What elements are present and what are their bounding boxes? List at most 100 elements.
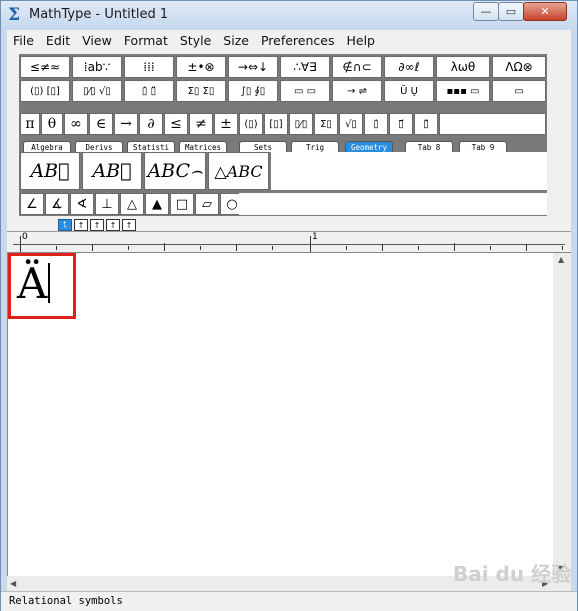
geometry-empty-area <box>239 193 547 215</box>
greek-lowercase-palette[interactable]: λωθ <box>436 56 490 78</box>
symbol-infinity[interactable]: ∞ <box>64 113 88 135</box>
symbol-plus-minus[interactable]: ± <box>214 113 238 135</box>
template-vector-arrow[interactable]: ▯⃗ <box>389 113 413 135</box>
ruler-tick <box>20 236 21 252</box>
ruler-label-0: 0 <box>22 232 28 242</box>
embellishments-palette[interactable]: ⁞⁞⁞ <box>124 56 174 78</box>
symbol-less-equal[interactable]: ≤ <box>164 113 188 135</box>
tab-9[interactable]: Tab 9 <box>459 141 507 152</box>
template-fraction[interactable]: ▯⁄▯ <box>289 113 313 135</box>
tab-trig[interactable]: Trig <box>291 141 339 152</box>
fraction-radical-palette[interactable]: ▯⁄▯ √▯ <box>72 80 122 102</box>
template-brackets[interactable]: [▯] <box>264 113 288 135</box>
equation-text[interactable]: Ä <box>17 258 47 310</box>
template-arc[interactable]: ABC⌢ <box>144 152 206 190</box>
spherical-angle-icon[interactable]: ∢ <box>70 193 94 215</box>
tab-algebra[interactable]: Algebra <box>23 141 71 152</box>
summation-palette[interactable]: Σ▯ Σ▯ <box>176 80 226 102</box>
box-palette[interactable]: ▭ <box>492 80 546 102</box>
angle-icon[interactable]: ∠ <box>20 193 44 215</box>
scroll-left-icon[interactable]: ◀ <box>10 579 16 588</box>
tab-stop-bar: ⮤ ↑ ↑ ↑ ↑ <box>7 217 571 231</box>
template-square-root[interactable]: √▯ <box>339 113 363 135</box>
labeled-arrow-palette[interactable]: → ⇌ <box>332 80 382 102</box>
minimize-button[interactable]: — <box>473 2 499 21</box>
scroll-up-icon[interactable]: ▲ <box>558 255 564 264</box>
menu-edit[interactable]: Edit <box>40 33 76 48</box>
relational-tab-stop-button[interactable]: ↑ <box>106 219 120 231</box>
tab-8[interactable]: Tab 8 <box>405 141 453 152</box>
tab-matrices[interactable]: Matrices <box>179 141 227 152</box>
decimal-tab-stop-button[interactable]: ↑ <box>122 219 136 231</box>
perpendicular-icon[interactable]: ⊥ <box>95 193 119 215</box>
integral-palette[interactable]: ∫▯ ∮▯ <box>228 80 278 102</box>
triangle-icon[interactable]: △ <box>120 193 144 215</box>
ruler-baseline <box>13 244 565 245</box>
template-parentheses[interactable]: (▯) <box>239 113 263 135</box>
ruler-tick <box>346 246 347 250</box>
tab-derivs[interactable]: Derivs <box>75 141 123 152</box>
logical-symbols-palette[interactable]: ∴∀∃ <box>280 56 330 78</box>
ruler-tick <box>164 243 165 251</box>
matrix-palette[interactable]: ▪▪▪ ▭ <box>436 80 490 102</box>
right-tab-stop-button[interactable]: ↑ <box>90 219 104 231</box>
menu-size[interactable]: Size <box>217 33 255 48</box>
sigma-app-icon: Σ <box>8 5 21 25</box>
fence-templates-palette[interactable]: (▯) [▯] <box>20 80 70 102</box>
template-triangle[interactable]: △ABC <box>208 152 269 190</box>
set-theory-palette[interactable]: ∉∩⊂ <box>332 56 382 78</box>
symbol-row-empty-slot <box>439 113 546 135</box>
spaces-ellipses-palette[interactable]: ⁞ab∵ <box>72 56 122 78</box>
mathtype-toolbar: ≤≠≈ ⁞ab∵ ⁞⁞⁞ ±•⊗ →⇔↓ ∴∀∃ ∉∩⊂ ∂∞ℓ λωθ ΛΩ⊗… <box>7 50 571 217</box>
menu-style[interactable]: Style <box>174 33 217 48</box>
ruler-tick <box>382 244 383 251</box>
tab-geometry[interactable]: Geometry <box>345 141 393 152</box>
left-tab-stop-button[interactable]: ⮤ <box>58 219 72 231</box>
menu-help[interactable]: Help <box>340 33 381 48</box>
menu-file[interactable]: File <box>7 33 40 48</box>
subscript-superscript-palette[interactable]: ▯̇ ▯̈ <box>124 80 174 102</box>
menu-format[interactable]: Format <box>118 33 174 48</box>
symbol-element-of[interactable]: ∈ <box>89 113 113 135</box>
filled-triangle-icon[interactable]: ▲ <box>145 193 169 215</box>
tab-sets[interactable]: Sets <box>239 141 287 152</box>
ruler-tick <box>200 246 201 250</box>
maximize-icon: ▭ <box>505 5 517 18</box>
symbol-not-equal[interactable]: ≠ <box>189 113 213 135</box>
maximize-button[interactable]: ▭ <box>498 2 524 21</box>
template-summation[interactable]: Σ▯ <box>314 113 338 135</box>
ruler-label-1: 1 <box>312 232 318 242</box>
symbol-theta[interactable]: θ <box>41 113 63 135</box>
greek-uppercase-palette[interactable]: ΛΩ⊗ <box>492 56 546 78</box>
misc-symbols-palette[interactable]: ∂∞ℓ <box>384 56 434 78</box>
close-button[interactable]: ✕ <box>523 2 567 21</box>
template-segment-arrow[interactable]: AB⃗ <box>20 152 80 190</box>
products-set-palette[interactable]: Ū Ų <box>384 80 434 102</box>
ruler-tick <box>562 246 563 250</box>
symbol-right-arrow[interactable]: → <box>114 113 138 135</box>
symbol-partial[interactable]: ∂ <box>139 113 163 135</box>
template-line-arrow[interactable]: AB⃡ <box>82 152 142 190</box>
symbol-pi[interactable]: π <box>20 113 40 135</box>
operator-symbols-palette[interactable]: ±•⊗ <box>176 56 226 78</box>
menu-bar: File Edit View Format Style Size Prefere… <box>7 30 571 50</box>
ruler-tick <box>418 246 419 250</box>
relational-symbols-palette[interactable]: ≤≠≈ <box>20 56 70 78</box>
menu-preferences[interactable]: Preferences <box>255 33 341 48</box>
measured-angle-icon[interactable]: ∡ <box>45 193 69 215</box>
parallelogram-icon[interactable]: ▱ <box>195 193 219 215</box>
template-dot-accent[interactable]: ▯̇ <box>364 113 388 135</box>
ruler-tick <box>272 246 273 250</box>
square-icon[interactable]: □ <box>170 193 194 215</box>
vertical-scrollbar[interactable]: ▲ ▼ <box>553 253 571 576</box>
ruler[interactable]: 0 1 <box>7 231 571 253</box>
tab-statistics[interactable]: Statisti <box>127 141 175 152</box>
center-tab-stop-button[interactable]: ↑ <box>74 219 88 231</box>
watermark: Bai du 经验 <box>453 562 572 586</box>
equation-editing-area[interactable]: Ä <box>7 253 553 576</box>
underbar-overbar-palette[interactable]: ▭ ▭ <box>280 80 330 102</box>
arrow-symbols-palette[interactable]: →⇔↓ <box>228 56 278 78</box>
menu-view[interactable]: View <box>76 33 118 48</box>
template-tilde[interactable]: ▯̃ <box>414 113 438 135</box>
template-empty-area <box>271 152 547 190</box>
